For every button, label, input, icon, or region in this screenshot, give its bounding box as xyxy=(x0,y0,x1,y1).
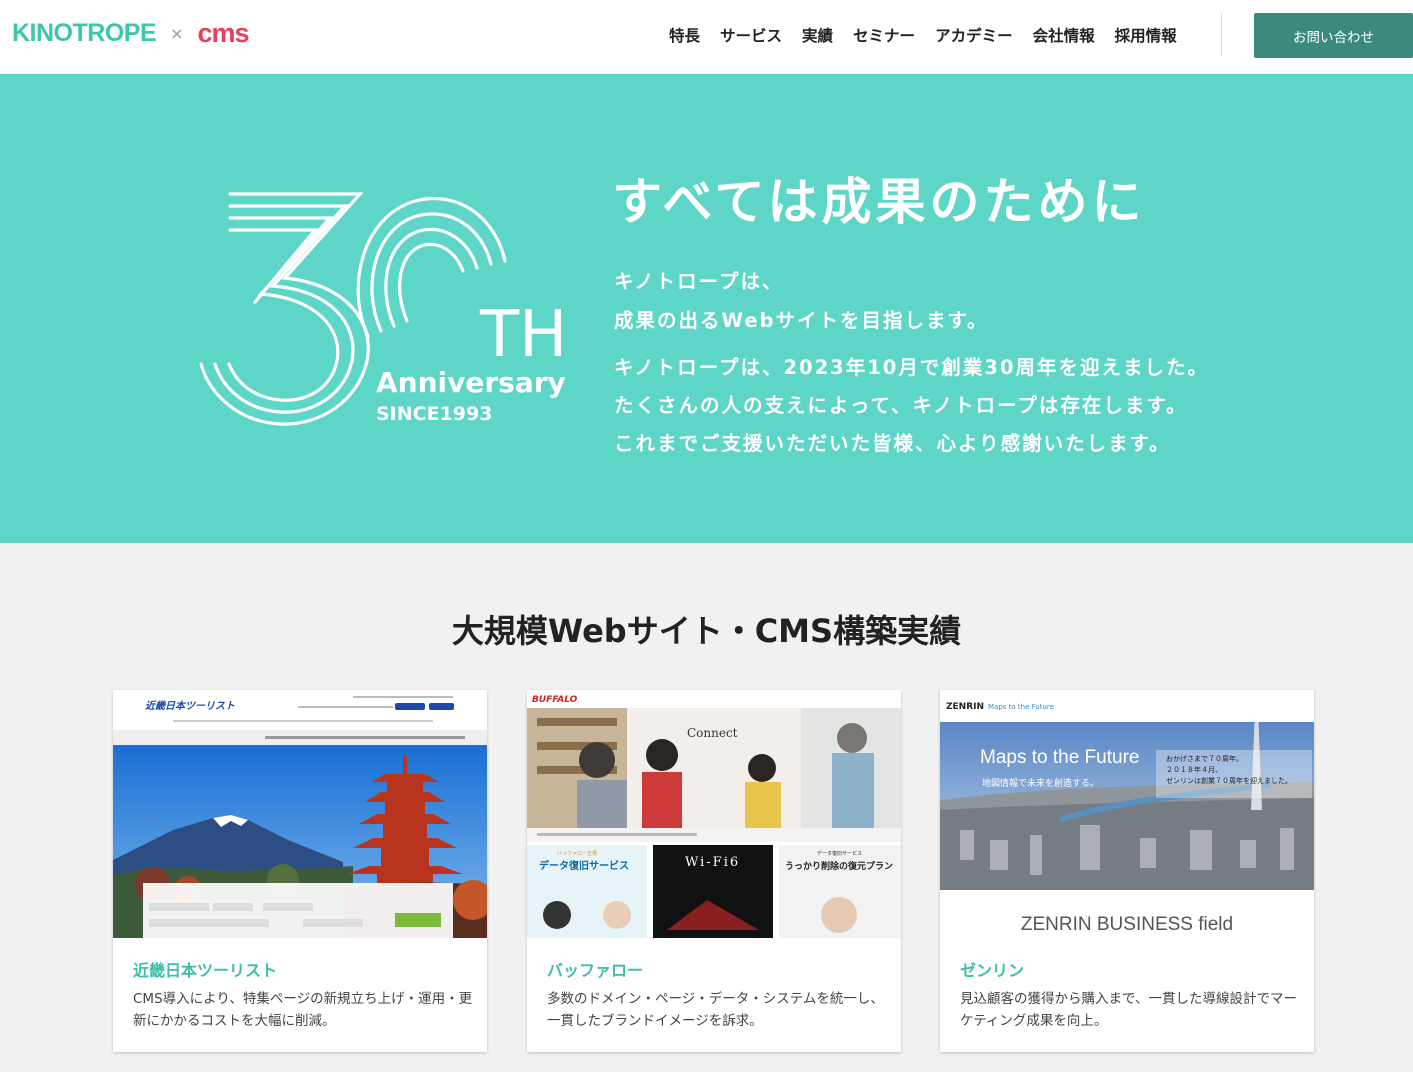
buffalo-banner3-tag: データ復旧サービス xyxy=(817,851,863,857)
work-card-title[interactable]: 近畿日本ツーリスト xyxy=(133,957,277,981)
buffalo-banner2-title: Wi-Fi6 xyxy=(685,855,741,870)
kintetsu-screenshot: 近畿日本ツーリスト xyxy=(113,690,487,938)
nav-seminar[interactable]: セミナー xyxy=(853,24,915,46)
nav-company[interactable]: 会社情報 xyxy=(1033,24,1095,46)
work-card-title[interactable]: ゼンリン xyxy=(960,957,1024,981)
buffalo-screenshot: BUFFALO Connect バッファロー正規 データ復旧サービス Wi-Fi… xyxy=(527,690,901,938)
nav-divider xyxy=(1221,13,1222,57)
hero-lead-line: キノトロープは、 xyxy=(614,270,784,293)
kintetsu-search-form xyxy=(143,883,453,938)
zenrin-hero-title: Maps to the Future xyxy=(980,747,1140,768)
logo-separator: × xyxy=(170,24,184,43)
hero-message-line: たくさんの人の支えによって、キノトロープは存在します。 xyxy=(614,394,1188,417)
zenrin-header: ZENRIN Maps to the Future xyxy=(940,690,1314,722)
kintetsu-header: 近畿日本ツーリスト xyxy=(113,690,487,745)
buffalo-logo: BUFFALO xyxy=(532,695,578,705)
buffalo-banner1-tag: バッファロー正規 xyxy=(557,851,598,857)
badge-since: SINCE1993 xyxy=(376,403,492,425)
work-card-kintetsu[interactable]: 近畿日本ツーリスト 近畿日本ツーリスト CMS導入により、特集ページの新規立ち上… xyxy=(113,690,487,1052)
buffalo-banner1-title: データ復旧サービス xyxy=(539,861,629,872)
kinotrope-logo: KINOTROPE xyxy=(12,19,157,47)
zenrin-logo: ZENRIN Maps to the Future xyxy=(946,702,1054,712)
hero-message: キノトロープは、2023年10月で創業30周年を迎えました。 たくさんの人の支え… xyxy=(614,349,1209,463)
main-nav: 特長 サービス 実績 セミナー アカデミー 会社情報 採用情報 xyxy=(669,24,1197,46)
work-card-description: 多数のドメイン・ページ・データ・システムを統一し、一貫したブランドイメージを訴求… xyxy=(547,991,884,1029)
nav-services[interactable]: サービス xyxy=(720,24,782,46)
zenrin-hero-note-line: ２０１８年４月、 xyxy=(1166,766,1222,774)
zenrin-hero-note-line: ゼンリンは創業７０周年を迎えました。 xyxy=(1166,777,1292,785)
zenrin-hero-note: おかげさまで７０周年。 ２０１８年４月、 ゼンリンは創業７０周年を迎えました。 xyxy=(1166,754,1292,787)
hero-lead: キノトロープは、 成果の出るWebサイトを目指します。 xyxy=(614,262,989,340)
nav-features[interactable]: 特長 xyxy=(669,24,700,46)
buffalo-header: BUFFALO xyxy=(527,690,901,708)
zenrin-screenshot: ZENRIN Maps to the Future Maps to the Fut… xyxy=(940,690,1314,938)
work-card-zenrin[interactable]: ZENRIN Maps to the Future Maps to the Fut… xyxy=(940,690,1314,1052)
work-card-title[interactable]: バッファロー xyxy=(547,957,643,981)
badge-anniversary: Anniversary xyxy=(376,366,566,399)
hero-lead-line: 成果の出るWebサイトを目指します。 xyxy=(614,309,989,332)
hero-banner: TH Anniversary SINCE1993 すべては成果のために キノトロ… xyxy=(0,74,1413,543)
works-section-title: 大規模Webサイト・CMS構築実績 xyxy=(451,612,962,650)
zenrin-hero-note-line: おかげさまで７０周年。 xyxy=(1166,755,1243,763)
hero-title: すべては成果のために xyxy=(612,173,1146,231)
30th-anniversary-logo: TH Anniversary SINCE1993 xyxy=(199,192,567,426)
nav-recruit[interactable]: 採用情報 xyxy=(1115,24,1177,46)
work-card-description: CMS導入により、特集ページの新規立ち上げ・運用・更新にかかるコストを大幅に削減… xyxy=(133,991,473,1029)
work-card-buffalo[interactable]: BUFFALO Connect バッファロー正規 データ復旧サービス Wi-Fi… xyxy=(527,690,901,1052)
nav-academy[interactable]: アカデミー xyxy=(935,24,1013,46)
buffalo-banner3-title: うっかり削除の復元プラン xyxy=(785,862,894,872)
buffalo-connect-label: Connect xyxy=(687,726,738,740)
site-header: KINOTROPE × cms 特長 サービス 実績 セミナー アカデミー 会社… xyxy=(0,0,1413,74)
badge-th: TH xyxy=(479,298,567,372)
hero-message-line: キノトロープは、2023年10月で創業30周年を迎えました。 xyxy=(614,356,1210,379)
zenrin-hero-sub: 地図情報で未来を創造する。 xyxy=(982,779,1100,789)
hero-message-line: これまでご支援いただいた皆様、心より感謝いたします。 xyxy=(614,432,1171,455)
cms-logo: cms xyxy=(197,18,250,48)
site-logo[interactable]: KINOTROPE × cms xyxy=(12,18,250,49)
contact-button[interactable]: お問い合わせ xyxy=(1254,13,1413,58)
nav-works[interactable]: 実績 xyxy=(802,24,833,46)
kintetsu-logo: 近畿日本ツーリスト xyxy=(145,701,235,712)
zenrin-business-field: ZENRIN BUSINESS field xyxy=(940,890,1314,938)
work-card-description: 見込顧客の獲得から購入まで、一貫した導線設計でマーケティング成果を向上。 xyxy=(960,991,1297,1029)
